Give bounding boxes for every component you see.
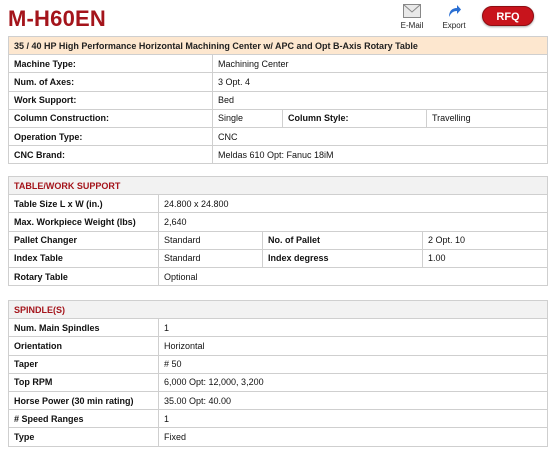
- spec-label: No. of Pallet: [262, 230, 423, 250]
- spec-label: Max. Workpiece Weight (lbs): [8, 212, 159, 232]
- spec-value: Machining Center: [211, 54, 549, 74]
- spec-value: 1: [157, 318, 549, 338]
- spec-value: 1: [157, 409, 549, 429]
- spec-label: Operation Type:: [8, 126, 213, 147]
- table-row: Taper # 50: [8, 354, 549, 374]
- spec-value: Horizontal: [157, 336, 549, 356]
- spec-value: Single: [212, 108, 283, 128]
- spec-value: 6,000 Opt: 12,000, 3,200: [157, 372, 549, 392]
- section-title: SPINDLE(S): [7, 299, 549, 320]
- table-row: Rotary Table Optional: [8, 266, 549, 287]
- spec-value: # 50: [157, 354, 549, 374]
- spec-label: Num. Main Spindles: [8, 318, 159, 338]
- spec-label: Table Size L x W (in.): [8, 194, 159, 214]
- spec-value: CNC: [211, 126, 549, 147]
- envelope-icon: [403, 4, 421, 18]
- spec-value: Meldas 610 Opt: Fanuc 18iM: [211, 145, 549, 165]
- table-row: Index Table Standard Index degress 1.00: [8, 248, 549, 268]
- table-row: Machine Type: Machining Center: [8, 54, 549, 74]
- general-specs-table: 35 / 40 HP High Performance Horizontal M…: [7, 35, 549, 165]
- spec-label: Top RPM: [8, 372, 159, 392]
- table-row: Work Support: Bed: [8, 90, 549, 110]
- spec-value: 1.00: [421, 248, 549, 268]
- caption-row: 35 / 40 HP High Performance Horizontal M…: [7, 35, 549, 56]
- spec-label: Work Support:: [8, 90, 213, 110]
- spec-value: Optional: [157, 266, 549, 287]
- spec-label: Machine Type:: [8, 54, 213, 74]
- table-row: Table Size L x W (in.) 24.800 x 24.800: [8, 194, 549, 214]
- spec-label: Index Table: [8, 248, 159, 268]
- section-header: SPINDLE(S): [7, 299, 549, 320]
- spec-value: 2 Opt. 10: [421, 230, 549, 250]
- spec-label: CNC Brand:: [8, 145, 213, 165]
- table-row: Num. Main Spindles 1: [8, 318, 549, 338]
- spec-value: Travelling: [425, 108, 549, 128]
- spec-label: Orientation: [8, 336, 159, 356]
- table-row: Orientation Horizontal: [8, 336, 549, 356]
- spec-label: Taper: [8, 354, 159, 374]
- table-row: Pallet Changer Standard No. of Pallet 2 …: [8, 230, 549, 250]
- export-icon: [449, 5, 461, 17]
- rfq-button[interactable]: RFQ: [482, 6, 534, 26]
- spec-value: 35.00 Opt: 40.00: [157, 390, 549, 411]
- section-header: TABLE/WORK SUPPORT: [7, 175, 549, 196]
- table-row: Operation Type: CNC: [8, 126, 549, 147]
- spec-label: Column Style:: [282, 108, 427, 128]
- table-row: Max. Workpiece Weight (lbs) 2,640: [8, 212, 549, 232]
- table-row: Type Fixed: [8, 427, 549, 447]
- spec-value: Fixed: [157, 427, 549, 447]
- table-row: # Speed Ranges 1: [8, 409, 549, 429]
- table-row: Column Construction: Single Column Style…: [8, 108, 549, 128]
- spec-value: Standard: [158, 230, 263, 250]
- table-row: Num. of Axes: 3 Opt. 4: [8, 72, 549, 92]
- spec-value: Standard: [158, 248, 263, 268]
- section-title: TABLE/WORK SUPPORT: [7, 175, 549, 196]
- spec-label: Horse Power (30 min rating): [8, 390, 159, 411]
- model-title: M-H60EN: [8, 6, 106, 31]
- email-label: E-Mail: [400, 21, 424, 30]
- spec-value: 24.800 x 24.800: [157, 194, 549, 214]
- export-button[interactable]: Export: [436, 4, 472, 30]
- table-row: Top RPM 6,000 Opt: 12,000, 3,200: [8, 372, 549, 392]
- spindle-section: SPINDLE(S) Num. Main Spindles 1 Orientat…: [7, 299, 549, 447]
- spec-label: Rotary Table: [8, 266, 159, 287]
- spec-label: # Speed Ranges: [8, 409, 159, 429]
- spec-label: Index degress: [262, 248, 423, 268]
- spec-value: 2,640: [157, 212, 549, 232]
- table-row: CNC Brand: Meldas 610 Opt: Fanuc 18iM: [8, 145, 549, 165]
- machine-description: 35 / 40 HP High Performance Horizontal M…: [7, 35, 549, 56]
- table-row: Horse Power (30 min rating) 35.00 Opt: 4…: [8, 390, 549, 411]
- spec-label: Pallet Changer: [8, 230, 159, 250]
- page-header: M-H60EN E-Mail Export RFQ: [8, 0, 548, 34]
- spec-label: Column Construction:: [8, 108, 213, 128]
- table-work-support-section: TABLE/WORK SUPPORT Table Size L x W (in.…: [7, 175, 549, 287]
- export-label: Export: [442, 21, 466, 30]
- spec-value: Bed: [211, 90, 549, 110]
- spec-label: Num. of Axes:: [8, 72, 213, 92]
- email-button[interactable]: E-Mail: [394, 4, 430, 30]
- spec-label: Type: [8, 427, 159, 447]
- spec-value: 3 Opt. 4: [211, 72, 549, 92]
